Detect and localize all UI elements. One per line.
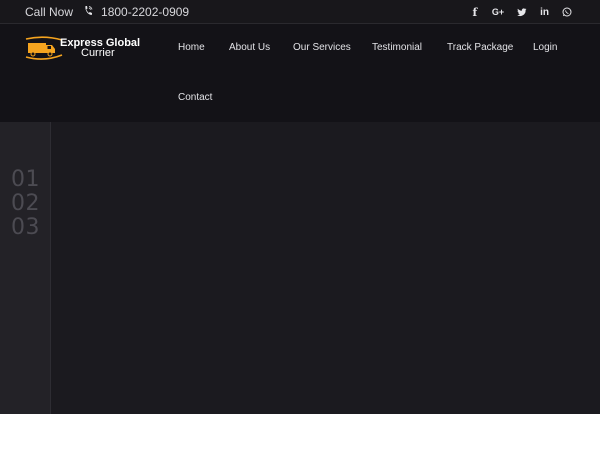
- contact-info: Call Now 1800-2202-0909: [25, 0, 189, 24]
- nav-item-home[interactable]: Home: [178, 42, 205, 53]
- slide-number-2[interactable]: 02: [11, 192, 47, 216]
- truck-logo-icon: [25, 36, 63, 60]
- slide-number-1[interactable]: 01: [11, 168, 47, 192]
- top-bar: Call Now 1800-2202-0909 f G+ in: [0, 0, 600, 24]
- page-content-area: [0, 414, 600, 450]
- nav-item-login[interactable]: Login: [533, 42, 557, 53]
- brand-logo[interactable]: Express Global Currier: [24, 35, 140, 61]
- slide-indicator: 01 02 03: [11, 168, 47, 240]
- social-links: f G+ in: [471, 0, 572, 24]
- nav-item-track-package[interactable]: Track Package: [447, 42, 513, 53]
- main-navbar: Express Global Currier Home About Us Our…: [0, 24, 600, 122]
- brand-name: Express Global Currier: [60, 38, 140, 59]
- call-now-label: Call Now: [25, 5, 74, 19]
- linkedin-icon[interactable]: in: [540, 5, 549, 19]
- primary-nav: Home About Us Our Services Testimonial T…: [167, 24, 587, 122]
- nav-item-our-services[interactable]: Our Services: [293, 42, 351, 53]
- nav-item-testimonial[interactable]: Testimonial: [372, 42, 422, 53]
- nav-item-contact[interactable]: Contact: [178, 92, 212, 103]
- facebook-icon[interactable]: f: [471, 5, 479, 19]
- brand-name-line2: Currier: [81, 47, 115, 59]
- twitter-icon[interactable]: [517, 5, 527, 19]
- whatsapp-icon[interactable]: [562, 5, 572, 19]
- nav-item-about-us[interactable]: About Us: [229, 42, 270, 53]
- phone-number[interactable]: 1800-2202-0909: [101, 5, 189, 19]
- google-plus-icon[interactable]: G+: [492, 5, 504, 19]
- slide-number-3[interactable]: 03: [11, 216, 47, 240]
- phone-icon: [83, 5, 93, 20]
